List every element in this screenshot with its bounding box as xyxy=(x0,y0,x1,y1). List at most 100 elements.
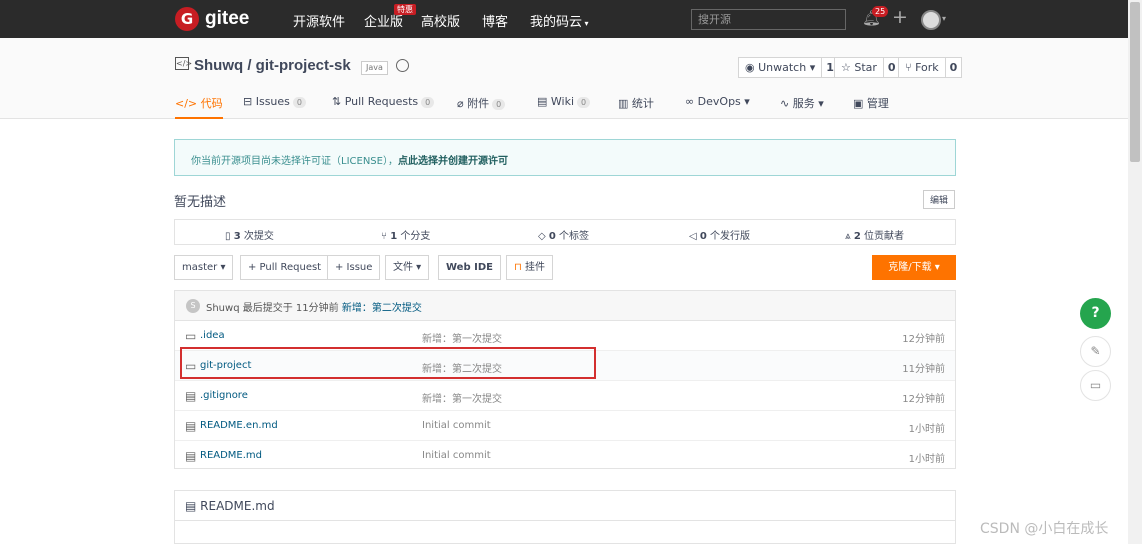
fork-icon: ⑂ xyxy=(905,61,916,74)
fork-label: Fork xyxy=(915,61,939,74)
branches-stat[interactable]: ⑂ 1 个分支 xyxy=(381,227,430,242)
repo-title[interactable]: Shuwq / git-project-sk xyxy=(194,57,351,74)
contributors-count: 2 xyxy=(853,231,861,242)
plus-icon[interactable]: + xyxy=(892,6,908,28)
bar-chart-icon: ▥ xyxy=(618,97,632,110)
star-label: ☆ Star xyxy=(841,61,877,74)
commit-icon: ▯ xyxy=(225,231,234,242)
infinity-icon: ∞ xyxy=(685,95,698,108)
web-ide-button[interactable]: Web IDE xyxy=(438,255,501,280)
commits-stat[interactable]: ▯ 3 次提交 xyxy=(225,227,274,242)
last-commit-message[interactable]: 新增：第二次提交 xyxy=(342,303,422,314)
watch-button[interactable]: ◉ Unwatch ▾ 1 xyxy=(738,57,839,78)
file-row[interactable]: ▤ .gitignore 新增：第一次提交 12分钟前 xyxy=(175,381,955,411)
star-button[interactable]: ☆ Star 0 xyxy=(834,57,901,78)
file-commit-message[interactable]: Initial commit xyxy=(422,420,491,431)
nav-blog[interactable]: 博客 xyxy=(482,11,508,30)
notification-count-badge: 25 xyxy=(872,6,889,17)
file-commit-message[interactable]: 新增：第一次提交 xyxy=(422,330,502,345)
file-name[interactable]: README.en.md xyxy=(200,420,278,431)
tab-attachments-count: 0 xyxy=(492,99,506,110)
widget-label: 挂件 xyxy=(524,262,545,273)
file-name[interactable]: README.md xyxy=(200,450,262,461)
file-commit-message[interactable]: Initial commit xyxy=(422,450,491,461)
fork-count[interactable]: 0 xyxy=(944,58,962,77)
tab-manage-label: 管理 xyxy=(866,97,889,110)
file-icon: ▤ xyxy=(185,419,197,433)
user-avatar[interactable] xyxy=(921,10,941,30)
clone-download-button[interactable]: 克隆/下载 ▾ xyxy=(872,255,956,280)
widget-button[interactable]: ⊓ 挂件 xyxy=(506,255,553,280)
tags-stat[interactable]: ◇ 0 个标签 xyxy=(538,227,589,242)
chevron-down-icon: ▾ xyxy=(582,19,589,28)
file-commit-time: 11分钟前 xyxy=(902,364,945,375)
tab-code-label: </> 代码 xyxy=(175,97,223,110)
issues-icon: ⊟ xyxy=(243,95,256,108)
branch-icon: ⑂ xyxy=(381,231,391,242)
file-name[interactable]: git-project xyxy=(200,360,251,371)
eye-icon: ◉ xyxy=(745,61,759,74)
nav-my-gitee[interactable]: 我的码云 ▾ xyxy=(530,11,589,30)
releases-label: 个发行版 xyxy=(710,231,751,242)
tab-wiki-label: Wiki xyxy=(550,95,575,108)
search-input[interactable]: 搜开源 xyxy=(691,9,846,30)
nav-education[interactable]: 高校版 xyxy=(421,11,460,30)
tab-stats[interactable]: ▥ 统计 xyxy=(618,95,654,119)
readme-header: ▤ README.md xyxy=(175,491,955,521)
watch-label: Unwatch ▾ xyxy=(758,61,816,74)
edit-description-button[interactable]: 编辑 xyxy=(923,190,956,209)
new-pull-request-button[interactable]: + Pull Request xyxy=(240,255,330,280)
release-icon: ◁ xyxy=(689,231,700,242)
tab-pull-requests[interactable]: ⇅ Pull Requests 0 xyxy=(332,95,435,119)
contributors-stat[interactable]: ⩓ 2 位贡献者 xyxy=(845,227,904,242)
gitee-logo[interactable]: G gitee xyxy=(175,7,249,31)
scrollbar-thumb[interactable] xyxy=(1130,2,1140,162)
branch-select[interactable]: master ▾ xyxy=(174,255,234,280)
watermark: CSDN @小白在成长 xyxy=(980,521,1109,537)
file-commit-message[interactable]: 新增：第二次提交 xyxy=(422,360,502,375)
help-button[interactable]: ? xyxy=(1080,298,1111,329)
tag-icon: ◇ xyxy=(538,231,549,242)
file-row[interactable]: ▭ git-project 新增：第二次提交 11分钟前 xyxy=(175,351,955,381)
last-commit-meta: Shuwq 最后提交于 11分钟前 xyxy=(206,303,339,314)
tab-attachments-label: 附件 xyxy=(467,97,490,110)
file-menu-button[interactable]: 文件 ▾ xyxy=(385,255,430,280)
file-commit-time: 12分钟前 xyxy=(902,394,945,405)
branches-count: 1 xyxy=(390,231,398,242)
file-icon: ▤ xyxy=(185,389,197,403)
feedback-edit-icon[interactable]: ✎ xyxy=(1080,336,1111,367)
file-name[interactable]: .gitignore xyxy=(200,390,248,401)
file-row[interactable]: ▤ README.md Initial commit 1小时前 xyxy=(175,441,955,471)
nav-my-gitee-label: 我的码云 xyxy=(530,15,583,30)
bookmark-icon: ⊓ xyxy=(514,262,525,273)
comment-icon[interactable]: ▭ xyxy=(1080,370,1111,401)
chevron-down-icon[interactable]: ▾ xyxy=(942,14,946,23)
commits-label: 次提交 xyxy=(243,231,274,242)
tab-issues[interactable]: ⊟ Issues 0 xyxy=(243,95,306,119)
license-notice: 你当前开源项目尚未选择许可证（LICENSE），点此选择并创建开源许可 xyxy=(174,139,956,176)
tab-services[interactable]: ∿ 服务 ▾ xyxy=(780,95,824,119)
releases-stat[interactable]: ◁ 0 个发行版 xyxy=(689,227,750,242)
tab-pull-requests-count: 0 xyxy=(421,97,435,108)
tab-manage[interactable]: ▣ 管理 xyxy=(853,95,889,119)
license-create-link[interactable]: 点此选择并创建开源许可 xyxy=(398,156,508,167)
file-commit-message[interactable]: 新增：第一次提交 xyxy=(422,390,502,405)
file-row[interactable]: ▤ README.en.md Initial commit 1小时前 xyxy=(175,411,955,441)
tab-issues-label: Issues xyxy=(255,95,290,108)
repo-icon: </> xyxy=(175,57,193,70)
tab-code[interactable]: </> 代码 xyxy=(175,95,223,119)
file-name[interactable]: .idea xyxy=(200,330,225,341)
repo-description: 暂无描述 xyxy=(174,195,227,210)
gitee-logo-text: gitee xyxy=(205,8,250,29)
fork-button[interactable]: ⑂ Fork 0 xyxy=(898,57,963,78)
tab-devops[interactable]: ∞ DevOps ▾ xyxy=(685,95,750,119)
pull-request-icon: ⇅ xyxy=(332,95,345,108)
tab-wiki[interactable]: ▤ Wiki 0 xyxy=(537,95,591,119)
new-issue-button[interactable]: + Issue xyxy=(327,255,381,280)
tab-issues-count: 0 xyxy=(292,97,306,108)
tab-attachments[interactable]: ⌀ 附件 0 xyxy=(457,95,506,119)
committer-avatar[interactable]: S xyxy=(186,299,200,313)
tab-services-label: 服务 ▾ xyxy=(792,97,824,110)
nav-open-source[interactable]: 开源软件 xyxy=(293,11,345,30)
file-row[interactable]: ▭ .idea 新增：第一次提交 12分钟前 xyxy=(175,321,955,351)
